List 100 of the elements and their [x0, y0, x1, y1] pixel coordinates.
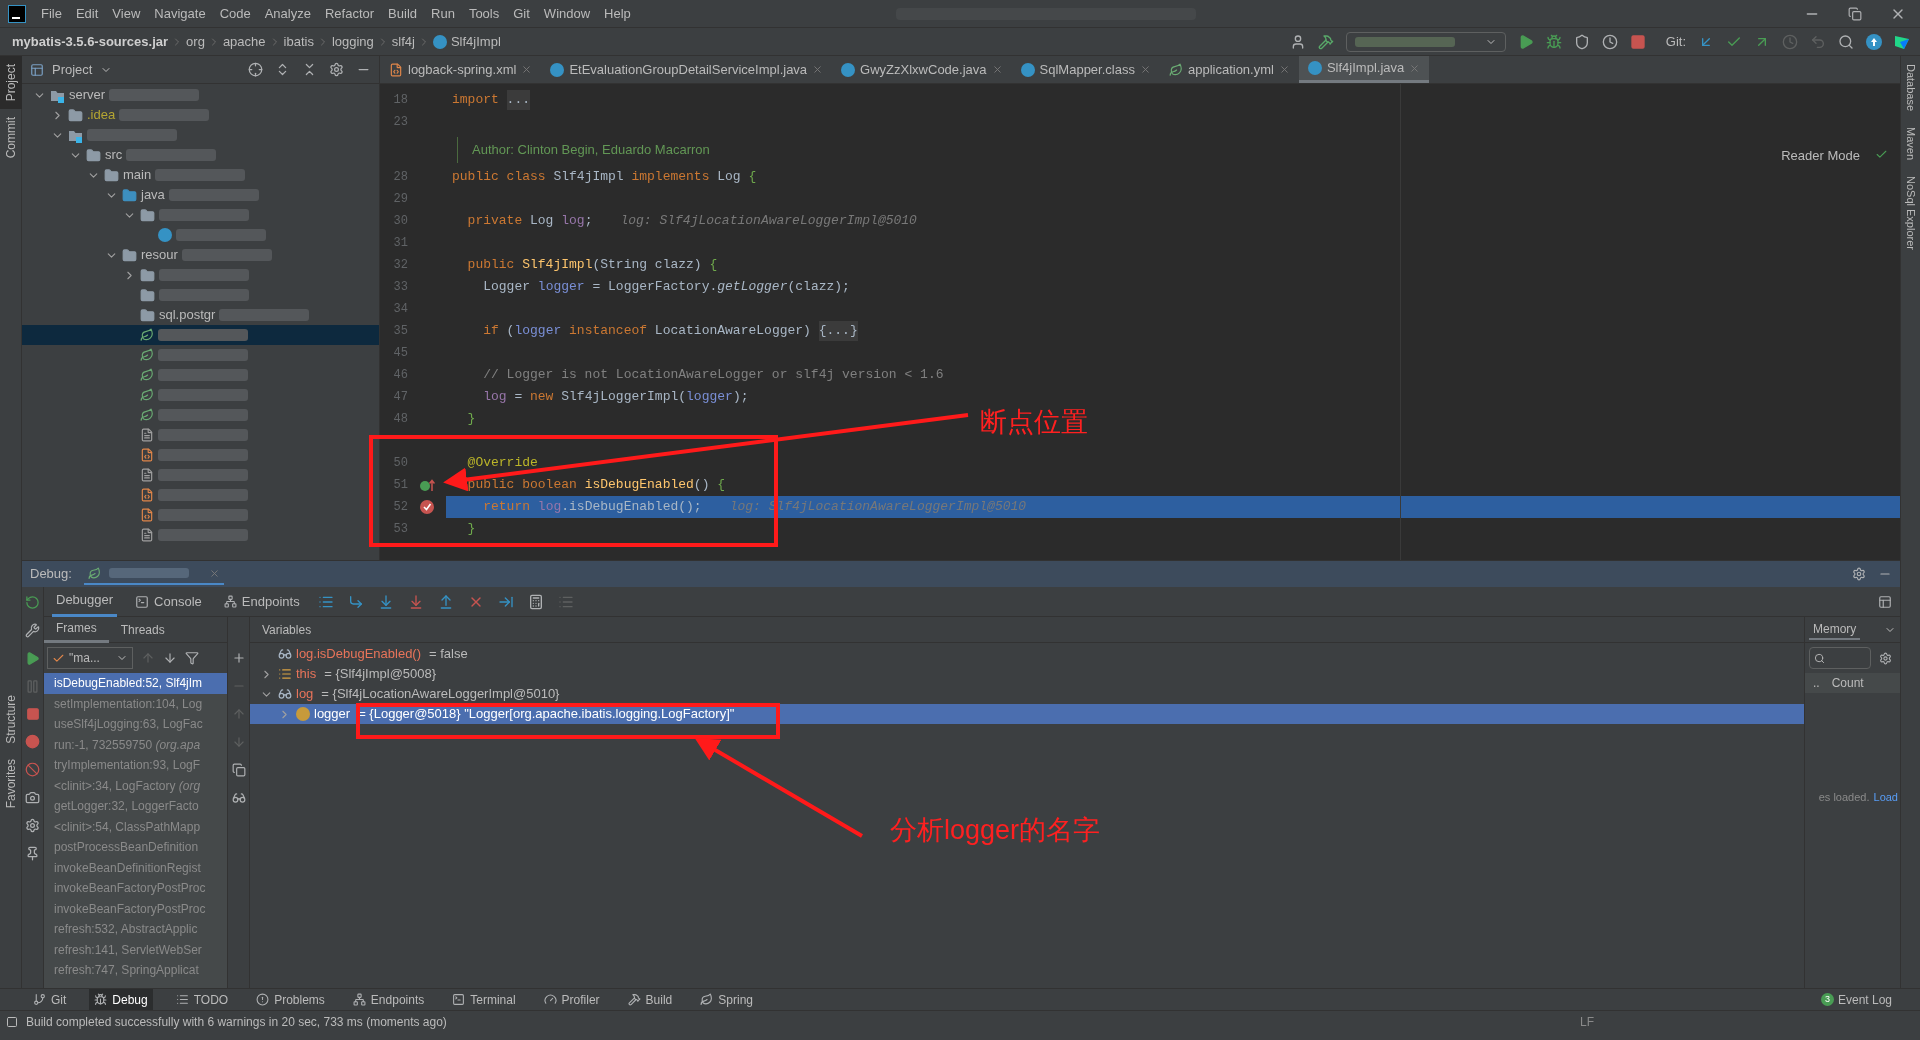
- close-tab-icon[interactable]: [1139, 64, 1151, 75]
- close-tab-icon[interactable]: [1278, 64, 1290, 75]
- column-header[interactable]: ..: [1805, 674, 1828, 692]
- wrench-icon[interactable]: [25, 623, 40, 638]
- filter-icon[interactable]: [185, 651, 199, 665]
- settings-icon[interactable]: [329, 62, 344, 77]
- bug-icon[interactable]: [94, 993, 108, 1006]
- editor-tab[interactable]: EtEvaluationGroupDetailServiceImpl.java: [541, 56, 833, 83]
- leaf-icon[interactable]: [700, 993, 714, 1006]
- tree-item[interactable]: sql.postgr: [22, 305, 379, 325]
- tool-window-button[interactable]: Spring: [695, 988, 758, 1011]
- menu-item[interactable]: Window: [538, 3, 596, 24]
- add-watch-icon[interactable]: [231, 651, 246, 665]
- update-icon[interactable]: [1866, 33, 1882, 50]
- up-icon[interactable]: [231, 707, 246, 721]
- menu-item[interactable]: View: [107, 3, 146, 24]
- menu-item[interactable]: Tools: [463, 3, 505, 24]
- tool-window-button[interactable]: TODO: [170, 988, 234, 1011]
- evaluate-icon[interactable]: [527, 593, 544, 610]
- menu-item[interactable]: Analyze: [259, 3, 316, 24]
- breakpoints-icon[interactable]: [25, 734, 40, 749]
- menu-item[interactable]: Refactor: [319, 3, 380, 24]
- tree-item[interactable]: server: [22, 85, 379, 105]
- frames-tab[interactable]: Threads: [108, 616, 177, 643]
- settings-icon[interactable]: [1879, 651, 1892, 665]
- menu-item[interactable]: Help: [599, 3, 636, 24]
- menu-item[interactable]: File: [36, 3, 67, 24]
- breadcrumb[interactable]: org: [186, 31, 205, 52]
- debug-tab[interactable]: Endpoints: [219, 586, 304, 617]
- tool-window-button[interactable]: Profiler: [538, 988, 605, 1011]
- rerun-icon[interactable]: [25, 595, 40, 610]
- tool-window-button[interactable]: Git: [28, 988, 72, 1011]
- override-icon[interactable]: [419, 478, 435, 492]
- tree-item[interactable]: .idea: [22, 105, 379, 125]
- debug-tab[interactable]: Debugger: [52, 586, 118, 617]
- tree-item[interactable]: java: [22, 185, 379, 205]
- up-icon[interactable]: [141, 651, 155, 665]
- restore-icon[interactable]: [1848, 6, 1862, 21]
- history-icon[interactable]: [1782, 33, 1798, 50]
- column-header[interactable]: Count: [1827, 674, 1868, 692]
- branch-icon[interactable]: [33, 993, 46, 1006]
- breadcrumb[interactable]: Slf4jImpl: [450, 31, 501, 52]
- menu-item[interactable]: Git: [508, 3, 535, 24]
- copy-icon[interactable]: [231, 763, 246, 777]
- tool-window-tab[interactable]: Commit: [0, 109, 22, 167]
- load-link[interactable]: Load: [1873, 789, 1898, 806]
- frames-tab[interactable]: Frames: [44, 616, 109, 643]
- editor-tab[interactable]: logback-spring.xml: [380, 56, 542, 83]
- mute-breakpoints-icon[interactable]: [25, 762, 40, 777]
- endpoints-icon[interactable]: [223, 595, 237, 608]
- close-tab-icon[interactable]: [991, 64, 1003, 75]
- tool-window-button[interactable]: Terminal: [447, 988, 521, 1011]
- tool-window-tab[interactable]: Structure: [0, 686, 22, 752]
- tool-window-button[interactable]: Problems: [251, 988, 330, 1011]
- alert-icon[interactable]: [256, 993, 270, 1006]
- tool-window-button[interactable]: Endpoints: [347, 988, 430, 1011]
- reader-mode-link[interactable]: Reader Mode: [1781, 146, 1860, 166]
- endpoints-icon[interactable]: [352, 993, 366, 1006]
- settings-icon[interactable]: [1852, 567, 1866, 581]
- tree-item[interactable]: src: [22, 145, 379, 165]
- memory-tab[interactable]: Memory: [1809, 619, 1861, 640]
- stop-icon[interactable]: [25, 707, 40, 721]
- hammer-icon[interactable]: [1317, 33, 1334, 50]
- tree-item[interactable]: [22, 325, 379, 345]
- tool-window-button[interactable]: Debug: [89, 988, 153, 1011]
- locate-icon[interactable]: [248, 62, 263, 77]
- tool-window-tab[interactable]: Project: [0, 56, 22, 110]
- tool-window-tab[interactable]: Database: [1902, 64, 1919, 112]
- event-log-button[interactable]: Event Log: [1837, 990, 1892, 1009]
- breadcrumb[interactable]: mybatis-3.5.6-sources.jar: [12, 31, 169, 52]
- settings-icon[interactable]: [25, 818, 40, 833]
- plugin-icon[interactable]: [1894, 33, 1910, 50]
- tool-window-tab[interactable]: Favorites: [0, 751, 22, 817]
- step-over-icon[interactable]: [347, 593, 364, 610]
- resume-icon[interactable]: [25, 651, 40, 666]
- search-field[interactable]: [1809, 647, 1871, 669]
- list-icon[interactable]: [175, 993, 189, 1006]
- pin-icon[interactable]: [25, 846, 40, 861]
- line-separator[interactable]: LF: [1580, 1012, 1594, 1031]
- tool-window-button[interactable]: Build: [622, 988, 678, 1011]
- console-icon[interactable]: [135, 594, 150, 609]
- editor-tab[interactable]: Slf4jImpl.java: [1298, 56, 1430, 83]
- tree-item[interactable]: main: [22, 165, 379, 185]
- editor-tab[interactable]: application.yml: [1159, 56, 1299, 83]
- editor-tab[interactable]: SqlMapper.class: [1011, 56, 1160, 83]
- menu-item[interactable]: Code: [214, 3, 256, 24]
- close-tab-icon[interactable]: [521, 64, 533, 75]
- hammer-icon[interactable]: [627, 993, 641, 1006]
- tree-item[interactable]: resour: [22, 245, 379, 265]
- stack-frame[interactable]: isDebugEnabled:52, Slf4jIm: [44, 673, 227, 694]
- terminal-icon[interactable]: [452, 993, 466, 1006]
- profile-icon[interactable]: [1601, 33, 1618, 50]
- breadcrumb[interactable]: slf4j: [391, 31, 415, 52]
- tool-window-tab[interactable]: NoSql Explorer: [1902, 176, 1919, 251]
- coverage-icon[interactable]: [1573, 33, 1590, 50]
- status-icon[interactable]: [6, 1015, 18, 1028]
- breadcrumb[interactable]: apache: [222, 31, 266, 52]
- editor-tab[interactable]: GwyZzXlxwCode.java: [832, 56, 1012, 83]
- close-tab-icon[interactable]: [1409, 62, 1421, 74]
- debug-tab[interactable]: Console: [131, 586, 206, 617]
